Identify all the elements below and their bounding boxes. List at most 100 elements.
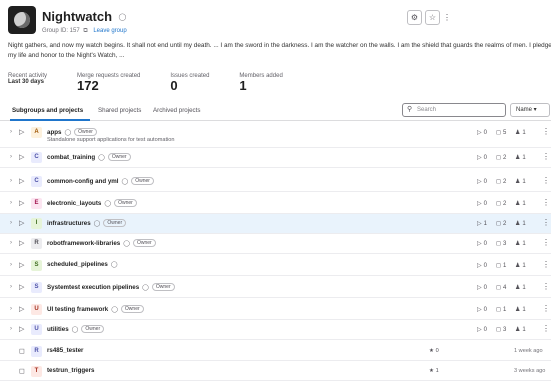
bell-icon[interactable]: ⚙ [407, 10, 422, 25]
sort-dropdown[interactable]: Name ▾ [510, 103, 550, 117]
lock-icon: ◯ [118, 14, 127, 21]
subgroup-count: ▷ 0 [477, 241, 487, 247]
table-row[interactable]: › ▷ Aapps ◯ Owner Standalone support applicat… [0, 124, 551, 148]
table-row[interactable]: › ▷ Ccommon-config and yml ◯ Owner ▷ 0 ◻ 2 ♟ 1 ⋮ [0, 172, 551, 192]
chevron-right-icon[interactable]: › [10, 178, 12, 184]
subgroup-name[interactable]: Systemtest execution pipelines ◯ Owner [47, 283, 175, 291]
more-actions-icon[interactable]: ⋮ [542, 218, 550, 227]
subgroup-name[interactable]: common-config and yml ◯ Owner [47, 177, 154, 185]
subgroup-count: ▷ 0 [477, 327, 487, 333]
table-row[interactable]: › ▷ Iinfrastructures ◯ Owner ▷ 1 ◻ 2 ♟ 1 ⋮ [0, 214, 551, 234]
avatar: U [31, 304, 42, 315]
subgroup-name[interactable]: infrastructures ◯ Owner [47, 219, 127, 227]
subgroup-count: ▷ 0 [477, 130, 487, 136]
member-count: ♟ 1 [515, 221, 526, 227]
more-actions-icon[interactable]: ⋮ [542, 152, 550, 161]
star-icon: ★ [429, 368, 435, 374]
avatar: C [31, 176, 42, 187]
project-count: ◻ 5 [496, 130, 507, 136]
member-count: ♟ 1 [515, 155, 526, 161]
chevron-right-icon[interactable]: › [10, 240, 12, 246]
chevron-right-icon[interactable]: › [10, 306, 12, 312]
subgroup-name[interactable]: apps ◯ Owner [47, 128, 97, 136]
last-updated: 1 week ago [514, 348, 543, 354]
member-count: ♟ 1 [515, 201, 526, 207]
member-count: ♟ 1 [515, 130, 526, 136]
project-count: ◻ 2 [496, 155, 507, 161]
table-row[interactable]: › ▷ Uutilities ◯ Owner ▷ 0 ◻ 3 ♟ 1 ⋮ [0, 320, 551, 340]
group-avatar [8, 6, 36, 34]
project-name[interactable]: testrun_triggers [47, 367, 94, 374]
item-counts: ▷ 0 ◻ 3 ♟ 1 [477, 240, 534, 247]
search-icon: ⚲ [407, 106, 413, 113]
subgroup-name[interactable]: scheduled_pipelines ◯ [47, 261, 118, 268]
member-count: ♟ 1 [515, 307, 526, 313]
more-actions-icon[interactable]: ⋮ [542, 127, 550, 136]
role-badge: Owner [103, 219, 127, 227]
table-row[interactable]: › ▷ Eelectronic_layouts ◯ Owner ▷ 0 ◻ 2 ♟ 1 ⋮ [0, 194, 551, 214]
copy-icon[interactable]: ⧉ [83, 28, 87, 34]
subgroup-count: ▷ 0 [477, 179, 487, 185]
subgroup-count: ▷ 0 [477, 285, 487, 291]
avatar: U [31, 324, 42, 335]
more-actions-icon[interactable]: ⋮ [542, 282, 550, 291]
recent-activity: Recent activity Last 30 days [8, 73, 48, 85]
chevron-right-icon[interactable]: › [10, 262, 12, 268]
more-actions-icon[interactable]: ⋮ [542, 324, 550, 333]
more-actions-icon[interactable]: ⋮ [542, 238, 550, 247]
member-count: ♟ 1 [515, 179, 526, 185]
table-row[interactable]: ◻ Ttestrun_triggers ★ 1 3 weeks ago [0, 362, 551, 381]
table-row[interactable]: › ▷ Ccombat_training ◯ Owner ▷ 0 ◻ 2 ♟ 1 ⋮ [0, 148, 551, 168]
more-actions-icon[interactable]: ⋮ [542, 304, 550, 313]
more-actions-icon[interactable]: ⋮ [542, 176, 550, 185]
avatar: S [31, 282, 42, 293]
avatar: I [31, 218, 42, 229]
more-actions-icon[interactable]: ⋮ [542, 198, 550, 207]
role-badge: Owner [132, 239, 156, 247]
item-counts: ▷ 0 ◻ 2 ♟ 1 [477, 154, 534, 161]
chevron-right-icon[interactable]: › [10, 284, 12, 290]
chevron-right-icon[interactable]: › [10, 154, 12, 160]
subgroup-name[interactable]: utilities ◯ Owner [47, 325, 105, 333]
search-input[interactable]: ⚲ Search [402, 103, 506, 117]
subgroup-description: Standalone support applications for test… [47, 137, 175, 143]
group-meta: Group ID: 157 ⧉ Leave group [42, 28, 127, 35]
role-badge: Owner [74, 128, 97, 136]
chevron-right-icon[interactable]: › [10, 220, 12, 226]
subgroup-name[interactable]: robotframework-libraries ◯ Owner [47, 239, 156, 247]
item-counts: ▷ 0 ◻ 1 ♟ 1 [477, 262, 534, 269]
stat-members: Members added 1 [239, 73, 283, 93]
tab-archived-projects[interactable]: Archived projects [153, 107, 200, 114]
lock-icon: ◯ [142, 285, 149, 291]
table-row[interactable]: › ▷ U UI testing framework ◯ Owner ▷ 0 ◻ 1 ♟ 1 ⋮ [0, 300, 551, 320]
leave-group-link[interactable]: Leave group [93, 28, 126, 34]
tab-subgroups-projects[interactable]: Subgroups and projects [12, 107, 83, 114]
tab-shared-projects[interactable]: Shared projects [98, 107, 141, 114]
subgroup-count: ▷ 0 [477, 155, 487, 161]
more-actions-icon[interactable]: ⋮ [443, 10, 451, 25]
member-count: ♟ 1 [515, 241, 526, 247]
role-badge: Owner [131, 177, 154, 185]
subgroup-icon: ▷ [19, 154, 25, 161]
table-row[interactable]: › ▷ Rrobotframework-libraries ◯ Owner ▷ 0 ◻ 3 ♟ 1 ⋮ [0, 234, 551, 254]
subgroup-name[interactable]: UI testing framework ◯ Owner [47, 305, 144, 313]
lock-icon: ◯ [98, 155, 105, 161]
group-header: Nightwatch ◯ Group ID: 157 ⧉ Leave group… [8, 6, 543, 34]
subgroup-name[interactable]: electronic_layouts ◯ Owner [47, 199, 137, 207]
table-row[interactable]: › ▷ S Systemtest execution pipelines ◯ Owner ▷… [0, 278, 551, 298]
active-tab-indicator [10, 119, 90, 121]
chevron-right-icon[interactable]: › [10, 326, 12, 332]
item-counts: ▷ 0 ◻ 3 ♟ 1 [477, 326, 534, 333]
chevron-right-icon[interactable]: › [10, 129, 12, 135]
table-row[interactable]: › ▷ Sscheduled_pipelines ◯ ▷ 0 ◻ 1 ♟ 1 ⋮ [0, 256, 551, 276]
more-actions-icon[interactable]: ⋮ [542, 260, 550, 269]
star-icon[interactable]: ☆ [425, 10, 440, 25]
table-row[interactable]: ◻ Rrs485_tester ★ 0 1 week ago [0, 342, 551, 361]
project-name[interactable]: rs485_tester [47, 347, 83, 354]
project-count: ◻ 2 [496, 201, 507, 207]
subgroup-name[interactable]: combat_training ◯ Owner [47, 153, 131, 161]
project-count: ◻ 1 [496, 307, 507, 313]
subgroup-icon: ▷ [19, 178, 25, 185]
activity-stats: Recent activity Last 30 days Merge reque… [8, 73, 313, 93]
chevron-right-icon[interactable]: › [10, 200, 12, 206]
